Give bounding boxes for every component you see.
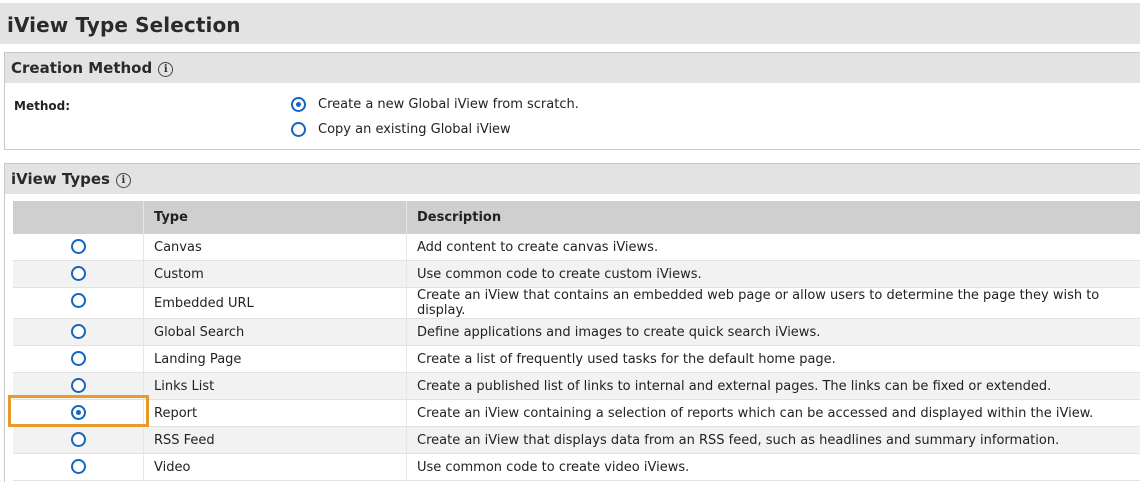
type-cell: Canvas [144,234,407,261]
description-cell: Create an iView that displays data from … [407,427,1140,454]
description-cell: Define applications and images to create… [407,319,1140,346]
iview-types-title-text: iView Types [11,170,110,188]
type-cell: Custom [144,261,407,288]
type-cell: Video [144,454,407,481]
column-header-description: Description [407,201,1140,234]
column-header-type: Type [144,201,407,234]
type-radio-landing-page[interactable] [71,351,86,366]
table-row[interactable]: Global Search Define applications and im… [13,319,1140,346]
type-cell: Report [144,400,407,427]
select-cell[interactable] [13,427,144,454]
radio-create-new[interactable] [291,97,306,112]
type-cell: RSS Feed [144,427,407,454]
table-row[interactable]: Embedded URL Create an iView that contai… [13,288,1140,319]
page-header: iView Type Selection [0,3,1140,44]
creation-method-title: Creation Method i [11,59,173,77]
type-radio-canvas[interactable] [71,239,86,254]
type-cell: Global Search [144,319,407,346]
description-cell: Use common code to create custom iViews. [407,261,1140,288]
table-row[interactable]: Custom Use common code to create custom … [13,261,1140,288]
table-row[interactable]: Links List Create a published list of li… [13,373,1140,400]
table-row[interactable]: Landing Page Create a list of frequently… [13,346,1140,373]
select-cell[interactable] [13,373,144,400]
info-icon[interactable]: i [158,62,173,77]
option-copy-existing-label[interactable]: Copy an existing Global iView [318,122,511,137]
table-row[interactable]: RSS Feed Create an iView that displays d… [13,427,1140,454]
description-cell: Create a published list of links to inte… [407,373,1140,400]
type-cell: Links List [144,373,407,400]
page-title: iView Type Selection [7,13,241,37]
description-cell: Create a list of frequently used tasks f… [407,346,1140,373]
creation-method-title-text: Creation Method [11,59,152,77]
table-header-row: Type Description [13,201,1140,234]
type-radio-global-search[interactable] [71,324,86,339]
type-cell: Landing Page [144,346,407,373]
method-label: Method: [14,99,70,113]
type-radio-links-list[interactable] [71,378,86,393]
iview-types-table: Type Description Canvas Add content to c… [13,201,1140,481]
table-row[interactable]: Canvas Add content to create canvas iVie… [13,234,1140,261]
select-cell[interactable] [13,261,144,288]
type-radio-video[interactable] [71,459,86,474]
select-cell[interactable] [13,346,144,373]
description-cell: Add content to create canvas iViews. [407,234,1140,261]
table-row[interactable]: Report Create an iView containing a sele… [13,400,1140,427]
info-icon[interactable]: i [116,173,131,188]
type-radio-report[interactable] [71,405,86,420]
select-cell[interactable] [13,288,144,319]
table-row[interactable]: Video Use common code to create video iV… [13,454,1140,481]
select-cell[interactable] [13,400,144,427]
description-cell: Use common code to create video iViews. [407,454,1140,481]
creation-method-section: Creation Method i Method: Create a new Gl… [4,52,1140,150]
column-header-select [13,201,144,234]
type-cell: Embedded URL [144,288,407,319]
select-cell[interactable] [13,234,144,261]
select-cell[interactable] [13,319,144,346]
option-create-new-label[interactable]: Create a new Global iView from scratch. [318,97,579,112]
description-cell: Create an iView that contains an embedde… [407,288,1140,319]
iview-types-title: iView Types i [11,170,131,188]
iview-types-header: iView Types i [5,164,1140,194]
type-radio-embedded-url[interactable] [71,293,86,308]
description-cell: Create an iView containing a selection o… [407,400,1140,427]
type-radio-rss-feed[interactable] [71,432,86,447]
radio-copy-existing[interactable] [291,122,306,137]
iview-types-section: iView Types i Type Description Canvas Add… [4,163,1140,482]
select-cell[interactable] [13,454,144,481]
creation-method-header: Creation Method i [5,53,1140,83]
type-radio-custom[interactable] [71,266,86,281]
